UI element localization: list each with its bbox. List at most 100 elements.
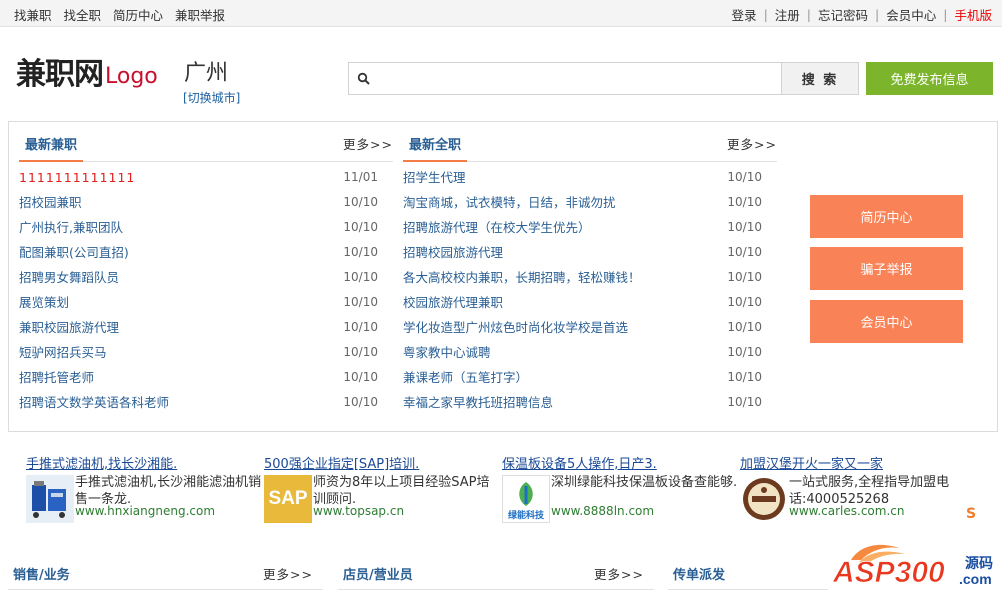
job-link[interactable]: 各大高校校内兼职，长期招聘，轻松赚钱！ [403, 270, 641, 285]
ad-title[interactable]: 500强企业指定[SAP]培训. [264, 453, 419, 472]
job-date: 10/10 [727, 270, 762, 284]
site-logo[interactable]: 兼职网 Logo [16, 58, 158, 92]
watermark-logo: ASP300 源码 .com [831, 538, 997, 590]
section-sales: 销售/业务 更多>> [8, 558, 323, 590]
publish-info-button[interactable]: 免费发布信息 [866, 62, 993, 95]
job-link[interactable]: 兼课老师（五笔打字） [403, 370, 528, 385]
ad-description: 师资为8年以上项目经验SAP培训顾问. [313, 475, 490, 507]
ad-title[interactable]: 手推式滤油机,找长沙湘能. [26, 453, 177, 472]
nav-resume-center[interactable]: 简历中心 [113, 5, 163, 24]
sap-logo-text: SAP [268, 488, 308, 509]
mobile-version-link[interactable]: 手机版 [954, 5, 992, 24]
job-link[interactable]: 校园旅游代理兼职 [403, 295, 503, 310]
job-date: 10/10 [343, 320, 378, 334]
ad-url[interactable]: www.8888ln.com [551, 504, 654, 518]
tab-latest-parttime[interactable]: 最新兼职 [19, 134, 84, 162]
job-date: 10/10 [343, 295, 378, 309]
job-date: 10/10 [343, 370, 378, 384]
nav-parttime-report[interactable]: 兼职举报 [175, 5, 225, 24]
ad-card[interactable]: 500强企业指定[SAP]培训. SAP 师资为8年以上项目经验SAP培训顾问.… [264, 452, 502, 532]
green-energy-logo-thumbnail[interactable]: 绿能科技 [502, 475, 550, 523]
watermark-sub-text: 源码 [965, 555, 993, 572]
section-title[interactable]: 销售/业务 [13, 564, 70, 583]
ad-title[interactable]: 加盟汉堡开火一家又一家 [740, 453, 883, 472]
oil-filter-machine-thumbnail[interactable] [26, 475, 74, 523]
forgot-password-link[interactable]: 忘记密码 [818, 5, 868, 24]
fraud-report-button[interactable]: 骗子举报 [810, 247, 963, 290]
job-link[interactable]: 广州执行,兼职团队 [19, 220, 123, 235]
ad-title[interactable]: 保温板设备5人操作,日产3. [502, 453, 657, 472]
job-link[interactable]: 招校园兼职 [19, 195, 82, 210]
list-item: 展览策划 10/10 [19, 290, 393, 315]
fulltime-more-link[interactable]: 更多>> [727, 134, 777, 153]
job-link[interactable]: 短驴网招兵买马 [19, 345, 107, 360]
site-name: 兼职网 [16, 57, 104, 92]
ad-card[interactable]: 保温板设备5人操作,日产3. 绿能科技 深圳绿能科技保温板设备查能够. www.… [502, 452, 740, 532]
job-link[interactable]: 招聘语文数学英语各科老师 [19, 395, 169, 410]
job-date: 10/10 [343, 395, 378, 409]
ad-description: 一站式服务,全程指导加盟电话:4000525268 [789, 475, 950, 507]
ad-url[interactable]: www.carles.com.cn [789, 504, 904, 518]
top-nav-right: 登录 | 注册 | 忘记密码 | 会员中心 | 手机版 [732, 5, 992, 24]
member-center-button[interactable]: 会员中心 [810, 300, 963, 343]
job-link[interactable]: 配图兼职(公司直招) [19, 245, 129, 260]
fulltime-list: 招学生代理 10/10 淘宝商城，试衣模特，日结，非诚勿扰 10/10 招聘旅游代理… [403, 165, 777, 415]
job-link[interactable]: 学化妆造型广州炫色时尚化妆学校是首选 [403, 320, 628, 335]
ad-description: 手推式滤油机,长沙湘能滤油机销售一条龙. [75, 475, 262, 507]
ad-card[interactable]: 加盟汉堡开火一家又一家 一站式服务,全程指导加盟电话:4000525268 ww… [740, 452, 978, 532]
job-date: 10/10 [343, 195, 378, 209]
section-title[interactable]: 传单派发 [673, 564, 725, 583]
job-link[interactable]: 幸福之家早教托班招聘信息 [403, 395, 553, 410]
job-link[interactable]: 招学生代理 [403, 170, 466, 185]
resume-center-button[interactable]: 简历中心 [810, 195, 963, 238]
parttime-column: 最新兼职 更多>> 1111111111111 11/01 招校园兼职 10/10 … [19, 122, 393, 415]
top-bar: 找兼职 找全职 简历中心 兼职举报 登录 | 注册 | 忘记密码 | 会员中心 … [0, 0, 1002, 27]
tab-latest-fulltime[interactable]: 最新全职 [403, 134, 468, 162]
job-link[interactable]: 兼职校园旅游代理 [19, 320, 119, 335]
register-link[interactable]: 注册 [775, 5, 800, 24]
list-item: 招学生代理 10/10 [403, 165, 777, 190]
search-input[interactable] [348, 62, 782, 95]
nav-find-fulltime[interactable]: 找全职 [64, 5, 102, 24]
job-link[interactable]: 招聘校园旅游代理 [403, 245, 503, 260]
job-date: 10/10 [727, 295, 762, 309]
list-item: 招聘托管老师 10/10 [19, 365, 393, 390]
ad-url[interactable]: www.topsap.cn [313, 504, 404, 518]
job-link[interactable]: 展览策划 [19, 295, 69, 310]
fulltime-header: 最新全职 更多>> [403, 122, 777, 162]
list-item: 校园旅游代理兼职 10/10 [403, 290, 777, 315]
job-date: 10/10 [343, 245, 378, 259]
list-item: 招聘男女舞蹈队员 10/10 [19, 265, 393, 290]
job-date: 10/10 [727, 170, 762, 184]
switch-city-link[interactable]: [切换城市] [183, 89, 240, 106]
job-date: 10/10 [727, 245, 762, 259]
login-link[interactable]: 登录 [732, 5, 757, 24]
job-link[interactable]: 1111111111111 [19, 170, 135, 185]
job-link[interactable]: 招聘旅游代理（在校大学生优先） [403, 220, 591, 235]
burger-brand-badge-thumbnail[interactable] [740, 475, 788, 523]
job-link[interactable]: 招聘托管老师 [19, 370, 94, 385]
ad-card[interactable]: 手推式滤油机,找长沙湘能. 手推式滤油机,长沙湘能滤油机销售一条龙. www.h… [26, 452, 264, 532]
job-date: 10/10 [727, 320, 762, 334]
sap-logo-thumbnail[interactable]: SAP [264, 475, 312, 523]
ad-url[interactable]: www.hnxiangneng.com [75, 504, 215, 518]
list-item: 兼职校园旅游代理 10/10 [19, 315, 393, 340]
section-title[interactable]: 店员/营业员 [343, 564, 413, 583]
job-link[interactable]: 粤家教中心诚聘 [403, 345, 491, 360]
job-link[interactable]: 招聘男女舞蹈队员 [19, 270, 119, 285]
section-more-link[interactable]: 更多>> [263, 564, 313, 583]
search-button[interactable]: 搜 索 [781, 62, 859, 95]
fulltime-column: 最新全职 更多>> 招学生代理 10/10 淘宝商城，试衣模特，日结，非诚勿扰 10… [403, 122, 777, 415]
parttime-more-link[interactable]: 更多>> [343, 134, 393, 153]
divider: | [943, 7, 948, 22]
member-center-link[interactable]: 会员中心 [886, 5, 936, 24]
ad-badge-icon: S [966, 506, 977, 522]
logo-text: Logo [105, 64, 158, 89]
section-more-link[interactable]: 更多>> [594, 564, 644, 583]
list-item: 广州执行,兼职团队 10/10 [19, 215, 393, 240]
divider: | [763, 7, 768, 22]
job-date: 11/01 [343, 170, 378, 184]
list-item: 1111111111111 11/01 [19, 165, 393, 190]
nav-find-parttime[interactable]: 找兼职 [14, 5, 52, 24]
job-link[interactable]: 淘宝商城，试衣模特，日结，非诚勿扰 [403, 195, 616, 210]
